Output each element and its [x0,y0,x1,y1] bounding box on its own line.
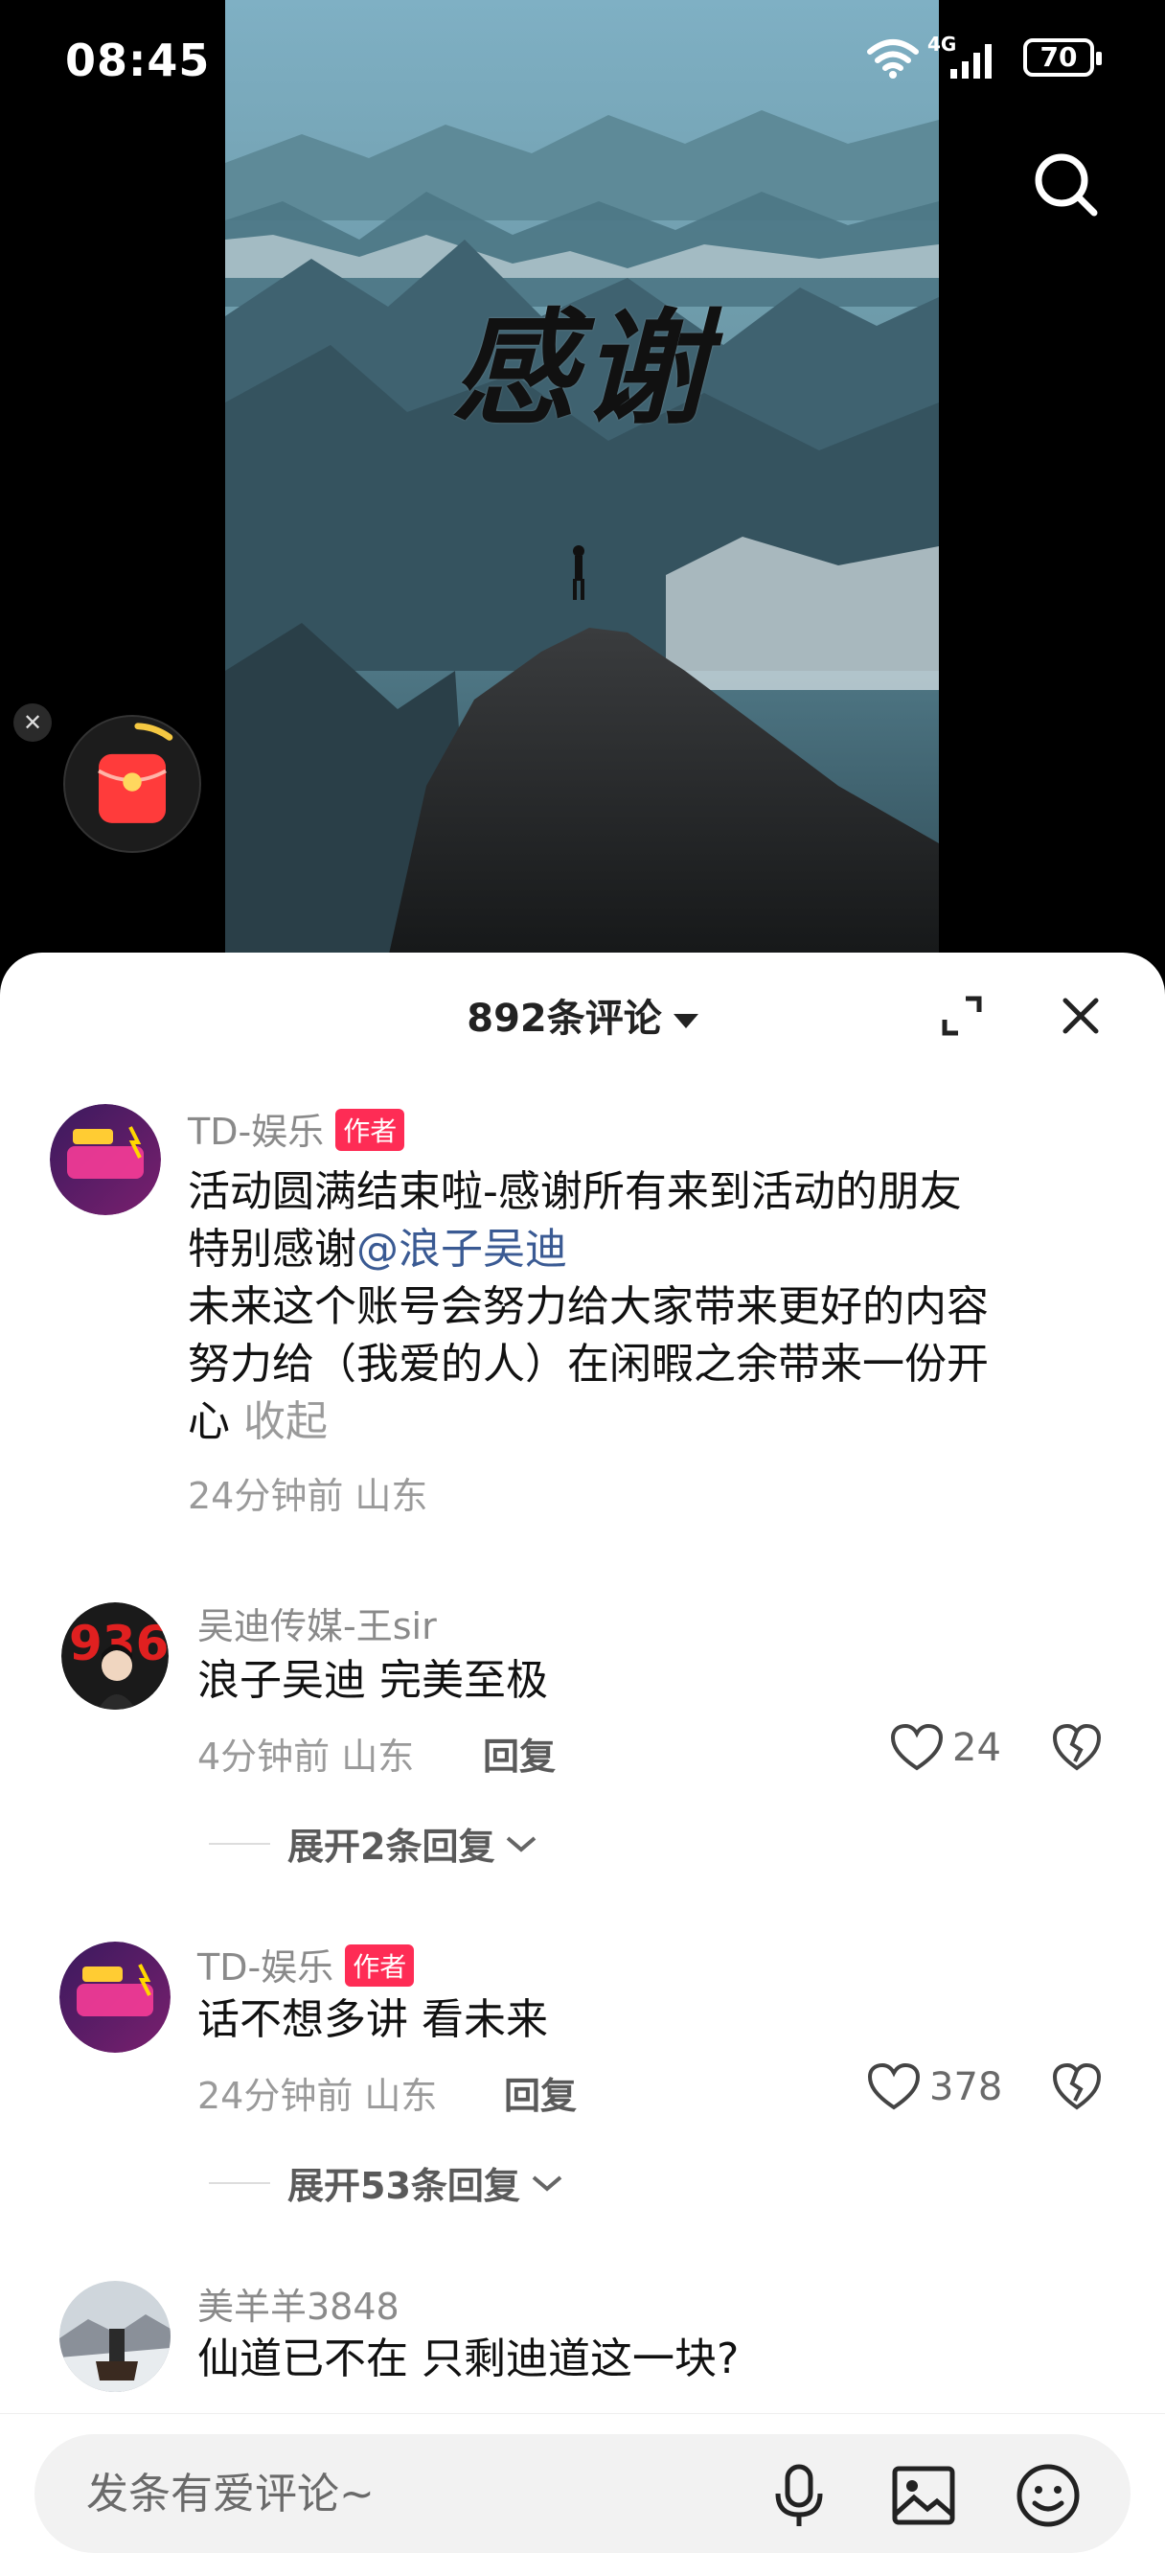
comment-text-line: 特别感谢@浪子吴迪 [188,1221,1108,1278]
chevron-down-icon [507,1835,537,1852]
caret-down-icon [673,1013,698,1028]
comment-input-container[interactable] [34,2434,1131,2553]
comment-text-line: 努力给（我爱的人）在闲暇之余带来一份开 [188,1340,989,1389]
comment-input[interactable] [84,2434,755,2553]
red-packet-widget[interactable] [63,715,201,853]
image-picker-button[interactable] [889,2461,958,2530]
mention-link[interactable]: @浪子吴迪 [356,1225,567,1274]
divider-line [209,2181,270,2184]
user-avatar-icon [59,2281,171,2392]
avatar[interactable] [59,1942,171,2053]
broken-heart-icon [1052,1723,1102,1771]
avatar[interactable] [50,1104,161,1215]
comment-username[interactable]: TD-娱乐 作者 [188,1102,405,1155]
red-packet-icon [98,723,173,823]
comment-text: 话不想多讲 看未来 [197,1995,548,2044]
close-icon: ✕ [22,709,43,736]
like-count: 378 [929,2065,1003,2109]
like-button[interactable]: 24 [891,1721,1001,1775]
expand-replies-button[interactable]: 展开2条回复 [209,1817,538,1870]
fullscreen-button[interactable] [939,993,985,1039]
emoji-picker-button[interactable] [1014,2461,1083,2530]
author-badge: 作者 [335,1109,405,1151]
avatar[interactable] [59,2281,171,2392]
heart-icon [891,1724,943,1771]
comment-meta: 4分钟前 山东 [197,1736,415,1778]
comment-meta: 24分钟前 山东 [197,2075,438,2117]
close-icon [1062,998,1099,1034]
video-title-text: 感谢 [451,295,713,442]
voice-input-button[interactable] [765,2461,834,2530]
divider-line [209,1842,270,1845]
comment-text: 浪子吴迪 完美至极 [197,1656,548,1705]
dislike-button[interactable] [1052,2062,1102,2112]
comment-username[interactable]: 美羊羊3848 [197,2277,400,2330]
comment-text-line: 未来这个账号会努力给大家带来更好的内容 [188,1282,989,1331]
mountain-landscape-image [225,0,939,958]
dislike-button[interactable] [1052,1723,1102,1773]
like-count: 24 [952,1726,1001,1770]
comment-text-segment: 特别感谢 [188,1225,356,1274]
author-badge: 作者 [345,1944,415,1987]
td-entertainment-logo-icon [59,1942,171,2053]
comment-count-title: 892条评论 [467,997,662,1041]
emoji-icon [1017,2464,1080,2527]
screen: 感谢 08:45 4G 70 ✕ 892条评论 TD-娱乐 作者 活动圆满结束啦… [0,0,1165,2576]
comment-username[interactable]: 吴迪传媒-王sir [197,1597,437,1649]
td-entertainment-logo-icon [50,1104,161,1215]
signal-icon [948,42,998,79]
comment-meta: 24分钟前 山东 [188,1475,428,1517]
comment-text: 活动圆满结束啦-感谢所有来到活动的朋友 特别感谢@浪子吴迪 未来这个账号会努力给… [188,1163,1108,1451]
avatar[interactable]: 936 [61,1602,169,1710]
chevron-down-icon [532,2174,562,2192]
expand-replies-label: 展开53条回复 [287,2165,520,2207]
comment-text-line: 心收起 [188,1393,1108,1451]
expand-icon [942,996,982,1036]
comment-count-dropdown[interactable]: 892条评论 [0,987,1165,1043]
status-time: 08:45 [65,34,211,86]
broken-heart-icon [1052,2062,1102,2110]
expand-replies-label: 展开2条回复 [287,1826,495,1868]
reply-button[interactable]: 回复 [504,2066,577,2119]
search-icon [1035,153,1098,217]
microphone-icon [775,2464,823,2526]
image-icon [892,2466,955,2525]
video-poster[interactable] [225,0,939,958]
comment-text-line: 活动圆满结束啦-感谢所有来到活动的朋友 [188,1167,962,1216]
sheet-close-button[interactable] [1058,993,1104,1039]
expand-replies-button[interactable]: 展开53条回复 [209,2156,564,2209]
like-button[interactable]: 378 [868,2060,1002,2114]
collapse-link[interactable]: 收起 [243,1397,328,1446]
username-text: TD-娱乐 [188,1111,325,1153]
comment-text-segment: 心 [188,1397,230,1446]
comment-username[interactable]: TD-娱乐 作者 [197,1938,415,1990]
battery-indicator: 70 [1023,38,1102,77]
heart-icon [868,2063,920,2110]
username-text: TD-娱乐 [197,1946,334,1989]
widget-close-button[interactable]: ✕ [13,703,52,742]
search-button[interactable] [1031,150,1100,218]
comment-text: 仙道已不在 只剩迪道这一块? [197,2334,740,2383]
reply-button[interactable]: 回复 [483,1727,556,1780]
user-avatar-icon: 936 [61,1602,169,1710]
wifi-icon [866,36,920,79]
